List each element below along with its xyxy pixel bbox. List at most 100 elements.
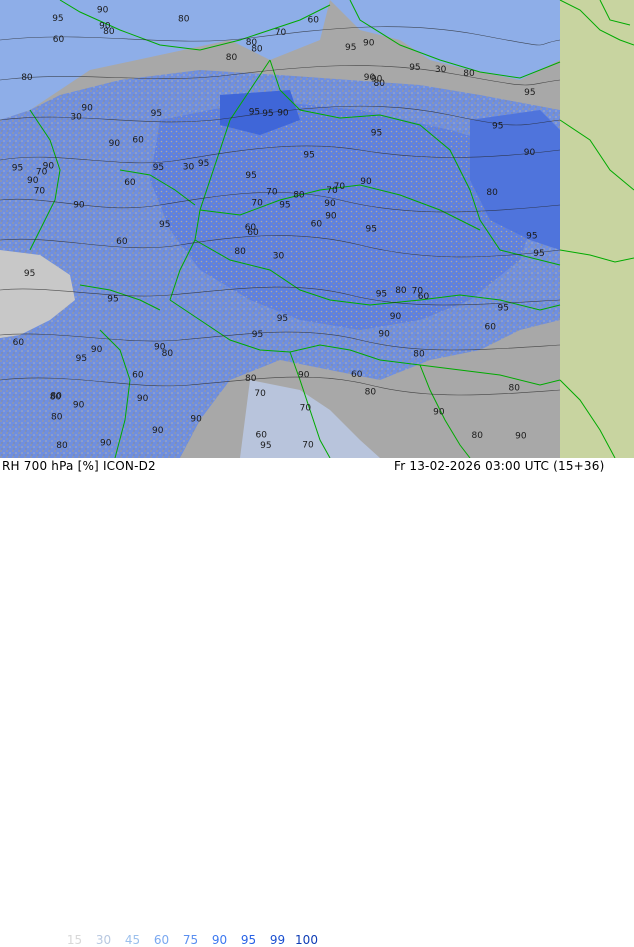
contour-label: 80 xyxy=(246,38,258,48)
contour-label: 90 xyxy=(91,345,103,355)
contour-label: 90 xyxy=(190,414,202,424)
contour-label: 30 xyxy=(183,162,195,172)
contour-label: 95 xyxy=(277,314,288,324)
contour-label: 95 xyxy=(371,129,382,139)
color-legend: 15 30 45 60 75 90 95 99 100 xyxy=(60,933,321,947)
contour-label: 90 xyxy=(154,342,166,352)
legend-value-75: 75 xyxy=(182,933,199,947)
legend-value-100: 100 xyxy=(295,933,318,947)
contour-label: 90 xyxy=(360,177,372,187)
contour-label: 90 xyxy=(433,408,445,418)
contour-label: 80 xyxy=(21,73,33,83)
contour-label: 90 xyxy=(524,148,536,158)
contour-label: 95 xyxy=(151,109,162,119)
contour-label: 80 xyxy=(413,349,425,359)
contour-label: 60 xyxy=(256,431,268,441)
contour-label: 60 xyxy=(132,135,144,145)
map-canvas: 3030608070809090906080909095809590959590… xyxy=(0,0,634,458)
contour-label: 95 xyxy=(492,121,503,131)
contour-label: 60 xyxy=(116,237,128,247)
contour-label: 80 xyxy=(365,388,377,398)
contour-label: 80 xyxy=(486,188,498,198)
contour-label: 95 xyxy=(245,171,256,181)
contour-label: 95 xyxy=(12,163,23,173)
contour-label: 80 xyxy=(509,384,521,394)
contour-label: 95 xyxy=(262,109,273,119)
contour-label: 90 xyxy=(109,139,121,149)
contour-label: 90 xyxy=(100,439,112,449)
contour-label: 60 xyxy=(132,370,144,380)
contour-label: 30 xyxy=(70,112,82,122)
contour-label: 90 xyxy=(363,39,375,49)
contour-label: 70 xyxy=(34,186,46,196)
contour-label: 90 xyxy=(325,211,337,221)
legend-value-99: 99 xyxy=(269,933,286,947)
contour-label: 70 xyxy=(254,389,266,399)
contour-label: 95 xyxy=(345,43,356,53)
contour-label: 60 xyxy=(53,35,65,45)
contour-label: 95 xyxy=(52,14,63,24)
contour-label: 90 xyxy=(515,432,527,442)
contour-label: 95 xyxy=(76,354,87,364)
contour-label: 95 xyxy=(24,269,35,279)
contour-label: 80 xyxy=(374,79,386,89)
contour-label: 90 xyxy=(73,201,85,211)
contour-label: 70 xyxy=(251,198,263,208)
contour-label: 60 xyxy=(351,370,363,380)
legend-value-45: 45 xyxy=(124,933,141,947)
outside-domain-area xyxy=(560,0,634,458)
contour-label: 70 xyxy=(275,28,287,38)
contour-label: 60 xyxy=(308,16,320,26)
contour-label: 95 xyxy=(107,294,118,304)
contour-label: 95 xyxy=(376,290,387,300)
contour-label: 80 xyxy=(51,413,63,423)
contour-label: 90 xyxy=(277,108,289,118)
contour-label: 60 xyxy=(485,323,497,333)
contour-label: 80 xyxy=(226,53,238,63)
contour-label: 95 xyxy=(198,159,209,169)
contour-label: 80 xyxy=(463,69,475,79)
valid-time: Fr 13-02-2026 03:00 UTC (15+36) xyxy=(394,459,605,473)
contour-label: 30 xyxy=(273,252,285,262)
contour-label: 90 xyxy=(73,401,85,411)
contour-label: 60 xyxy=(311,219,323,229)
contour-label: 70 xyxy=(412,287,424,297)
weather-map: 30 30 60 80 70 80 90 90 90 60 80 90 90 95 80 95 90 95 95 90… xyxy=(0,0,634,458)
contour-label: 90 xyxy=(137,394,149,404)
legend-value-30: 30 xyxy=(95,933,112,947)
contour-label: 95 xyxy=(524,88,535,98)
contour-label: 95 xyxy=(159,220,170,230)
contour-label: 70 xyxy=(300,404,312,414)
contour-label: 90 xyxy=(27,176,39,186)
contour-label: 70 xyxy=(266,188,278,198)
contour-label: 60 xyxy=(245,223,257,233)
contour-label: 80 xyxy=(472,431,484,441)
contour-label: 95 xyxy=(303,150,314,160)
contour-label: 90 xyxy=(97,5,109,15)
contour-label: 95 xyxy=(153,163,164,173)
contour-label: 80 xyxy=(50,393,62,403)
contour-label: 90 xyxy=(81,104,93,114)
contour-label: 95 xyxy=(260,441,271,451)
contour-label: 90 xyxy=(390,312,402,322)
contour-label: 70 xyxy=(302,441,314,451)
contour-label: 60 xyxy=(13,338,25,348)
contour-label: 70 xyxy=(334,182,346,192)
contour-label: 95 xyxy=(526,231,537,241)
contour-label: 90 xyxy=(99,22,111,32)
contour-label: 80 xyxy=(56,441,68,451)
contour-label: 80 xyxy=(245,374,257,384)
contour-label: 95 xyxy=(498,303,509,313)
contour-label: 80 xyxy=(395,286,407,296)
contour-label: 60 xyxy=(124,178,136,188)
contour-label: 90 xyxy=(378,329,390,339)
contour-label: 95 xyxy=(279,200,290,210)
contour-label: 80 xyxy=(293,191,305,201)
contour-label: 90 xyxy=(298,371,310,381)
product-title: RH 700 hPa [%] ICON-D2 xyxy=(2,459,156,473)
contour-label: 95 xyxy=(366,225,377,235)
contour-label: 95 xyxy=(409,63,420,73)
contour-label: 90 xyxy=(324,199,336,209)
map-footer: RH 700 hPa [%] ICON-D2 Fr 13-02-2026 03:… xyxy=(0,458,634,947)
contour-label: 95 xyxy=(249,107,260,117)
